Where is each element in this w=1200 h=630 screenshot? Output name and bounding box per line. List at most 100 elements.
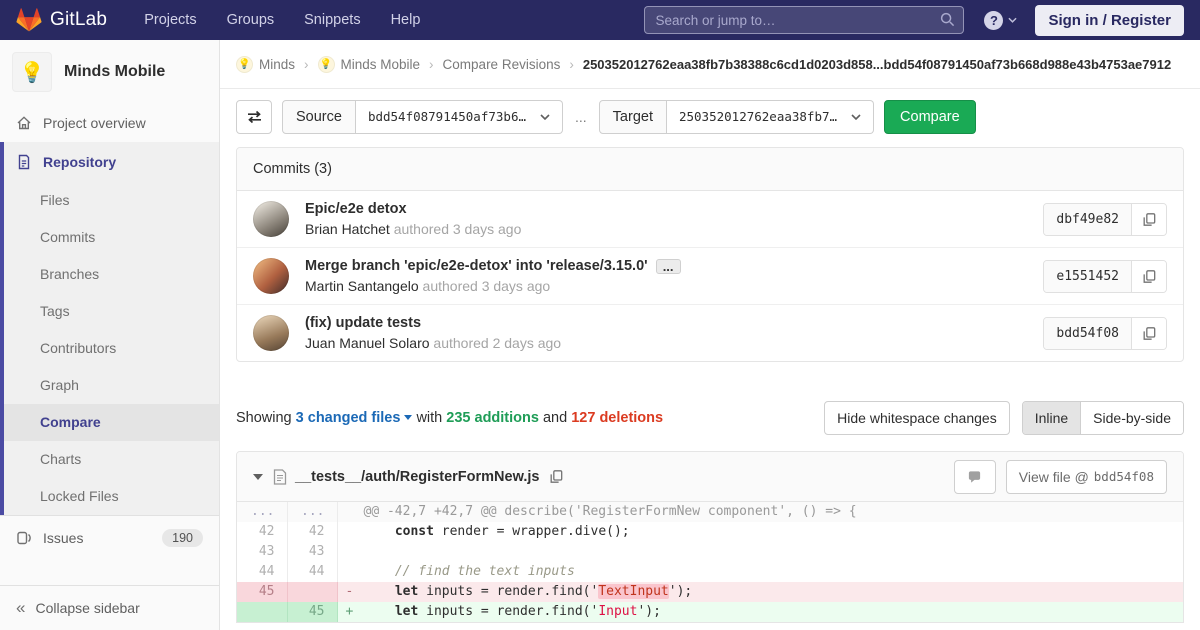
old-line-number[interactable]: ... bbox=[237, 502, 288, 522]
sign-in-button[interactable]: Sign in / Register bbox=[1035, 4, 1184, 36]
sidebar-item-files[interactable]: Files bbox=[4, 182, 219, 219]
old-line-number[interactable] bbox=[237, 602, 288, 622]
copy-icon bbox=[550, 470, 563, 483]
nav-item-groups[interactable]: Groups bbox=[214, 6, 288, 34]
showing-text: Showing bbox=[236, 409, 292, 426]
target-ref-group: Target 250352012762eaa38fb7… bbox=[598, 99, 875, 134]
toggle-comments-button[interactable] bbox=[953, 459, 996, 494]
commit-title-line: Merge branch 'epic/e2e-detox' into 'rele… bbox=[305, 258, 681, 274]
target-ref-value: 250352012762eaa38fb7… bbox=[678, 109, 838, 124]
commit-sha-group: bdd54f08 bbox=[1043, 316, 1167, 350]
old-line-number[interactable]: 42 bbox=[237, 522, 288, 542]
chevron-down-icon bbox=[540, 113, 550, 120]
diff-line-sign bbox=[346, 522, 364, 542]
copy-commit-sha-button[interactable] bbox=[1131, 203, 1166, 235]
breadcrumb-avatar: 💡 bbox=[236, 55, 253, 73]
search-input[interactable] bbox=[644, 6, 965, 34]
changed-files-dropdown[interactable]: 3 changed files bbox=[296, 410, 413, 426]
commit-title-link[interactable]: Merge branch 'epic/e2e-detox' into 'rele… bbox=[305, 258, 648, 274]
nav-item-help[interactable]: Help bbox=[378, 6, 434, 34]
collapse-icon: « bbox=[16, 598, 26, 617]
commit-description-expander-button[interactable]: ... bbox=[655, 258, 681, 274]
diff-file-path[interactable]: __tests__/auth/RegisterFormNew.js bbox=[295, 469, 539, 485]
and-text: and bbox=[542, 409, 568, 426]
diff-line-sign bbox=[346, 542, 364, 562]
sidebar-item-locked-files[interactable]: Locked Files bbox=[4, 478, 219, 515]
copy-commit-sha-button[interactable] bbox=[1131, 260, 1166, 292]
copy-file-path-button[interactable] bbox=[549, 469, 563, 484]
commits-panel: Commits (3) Epic/e2e detox Brian Hatchet … bbox=[236, 147, 1184, 362]
new-line-number[interactable]: ... bbox=[287, 502, 338, 522]
old-line-number[interactable]: 45 bbox=[237, 582, 288, 602]
project-name: Minds Mobile bbox=[64, 63, 166, 80]
sidebar-item-charts[interactable]: Charts bbox=[4, 441, 219, 478]
commit-title-link[interactable]: Epic/e2e detox bbox=[305, 201, 407, 217]
issues-icon bbox=[17, 531, 31, 545]
sidebar-item-repository[interactable]: Repository bbox=[4, 142, 219, 182]
sidebar-item-branches[interactable]: Branches bbox=[4, 256, 219, 293]
avatar[interactable] bbox=[253, 258, 289, 294]
swap-icon bbox=[247, 110, 261, 123]
compare-button[interactable]: Compare bbox=[884, 99, 976, 134]
target-ref-dropdown[interactable]: 250352012762eaa38fb7… bbox=[666, 99, 875, 134]
help-menu[interactable]: ? bbox=[984, 10, 1018, 30]
code-token: inputs = render.find(' bbox=[418, 604, 599, 619]
project-context-header[interactable]: 💡 Minds Mobile bbox=[0, 40, 219, 104]
side-by-side-view-button[interactable]: Side-by-side bbox=[1081, 401, 1183, 434]
new-line-number[interactable]: 42 bbox=[287, 522, 338, 542]
diff-line-code: - let inputs = render.find('TextInput'); bbox=[337, 582, 1183, 602]
avatar[interactable] bbox=[253, 201, 289, 237]
swap-revisions-button[interactable] bbox=[236, 99, 272, 134]
sidebar-item-compare[interactable]: Compare bbox=[4, 404, 219, 441]
breadcrumb-item[interactable]: 💡 Minds Mobile bbox=[317, 55, 420, 73]
breadcrumb-label: Minds bbox=[259, 56, 296, 72]
inline-view-button[interactable]: Inline bbox=[1022, 401, 1082, 434]
breadcrumb-item[interactable]: 💡 Minds bbox=[236, 55, 296, 73]
nav-item-snippets[interactable]: Snippets bbox=[291, 6, 373, 34]
commit-sha-group: dbf49e82 bbox=[1043, 202, 1167, 236]
collapse-diff-caret-icon[interactable] bbox=[253, 473, 263, 480]
commit-list: Epic/e2e detox Brian Hatchet authored 3 d… bbox=[237, 191, 1183, 361]
document-icon bbox=[18, 154, 30, 170]
commit-meta: Juan Manuel Solaro authored 2 days ago bbox=[305, 335, 561, 351]
commit-info: Epic/e2e detox Brian Hatchet authored 3 d… bbox=[305, 201, 521, 237]
gitlab-logo[interactable]: GitLab bbox=[16, 8, 107, 32]
compare-form: Source bdd54f08791450af73b6… ... Target … bbox=[236, 99, 1184, 134]
main-content: 💡 Minds › 💡 Minds Mobile › Compare Revisions › … bbox=[220, 40, 1200, 630]
new-line-number[interactable]: 45 bbox=[287, 602, 338, 622]
new-line-number[interactable] bbox=[287, 582, 338, 602]
hide-whitespace-button[interactable]: Hide whitespace changes bbox=[824, 400, 1010, 435]
collapse-sidebar-button[interactable]: « Collapse sidebar bbox=[0, 585, 219, 630]
commit-author-link[interactable]: Juan Manuel Solaro bbox=[305, 335, 430, 351]
sidebar-item-issues[interactable]: Issues 190 bbox=[0, 516, 219, 560]
new-line-number[interactable]: 43 bbox=[287, 542, 338, 562]
copy-commit-sha-button[interactable] bbox=[1131, 317, 1166, 349]
old-line-number[interactable]: 43 bbox=[237, 542, 288, 562]
chevron-down-icon bbox=[1008, 17, 1018, 23]
ref-separator: ... bbox=[575, 108, 587, 125]
sidebar-item-project-overview[interactable]: Project overview bbox=[0, 104, 219, 142]
old-line-number[interactable]: 44 bbox=[237, 562, 288, 582]
avatar[interactable] bbox=[253, 315, 289, 351]
sidebar-item-contributors[interactable]: Contributors bbox=[4, 330, 219, 367]
commit-title-line: Epic/e2e detox bbox=[305, 201, 521, 217]
view-file-button[interactable]: View file @ bdd54f08 bbox=[1005, 459, 1167, 494]
sidebar-item-graph[interactable]: Graph bbox=[4, 367, 219, 404]
diff-line-context: 43 43 bbox=[237, 542, 1183, 562]
search-icon[interactable] bbox=[940, 12, 955, 27]
source-ref-dropdown[interactable]: bdd54f08791450af73b6… bbox=[355, 99, 563, 134]
commit-title-link[interactable]: (fix) update tests bbox=[305, 315, 421, 331]
nav-item-projects[interactable]: Projects bbox=[131, 6, 209, 34]
breadcrumb-item[interactable]: Compare Revisions bbox=[443, 57, 561, 72]
commit-authored-time: authored 3 days ago bbox=[418, 278, 551, 294]
commit-author-link[interactable]: Brian Hatchet bbox=[305, 221, 390, 237]
diff-file-header: __tests__/auth/RegisterFormNew.js View f… bbox=[237, 452, 1183, 502]
new-line-number[interactable]: 44 bbox=[287, 562, 338, 582]
code-token: // find the text inputs bbox=[394, 564, 575, 579]
sidebar-item-commits[interactable]: Commits bbox=[4, 219, 219, 256]
sidebar-item-tags[interactable]: Tags bbox=[4, 293, 219, 330]
search-box bbox=[644, 6, 965, 34]
commit-author-link[interactable]: Martin Santangelo bbox=[305, 278, 419, 294]
